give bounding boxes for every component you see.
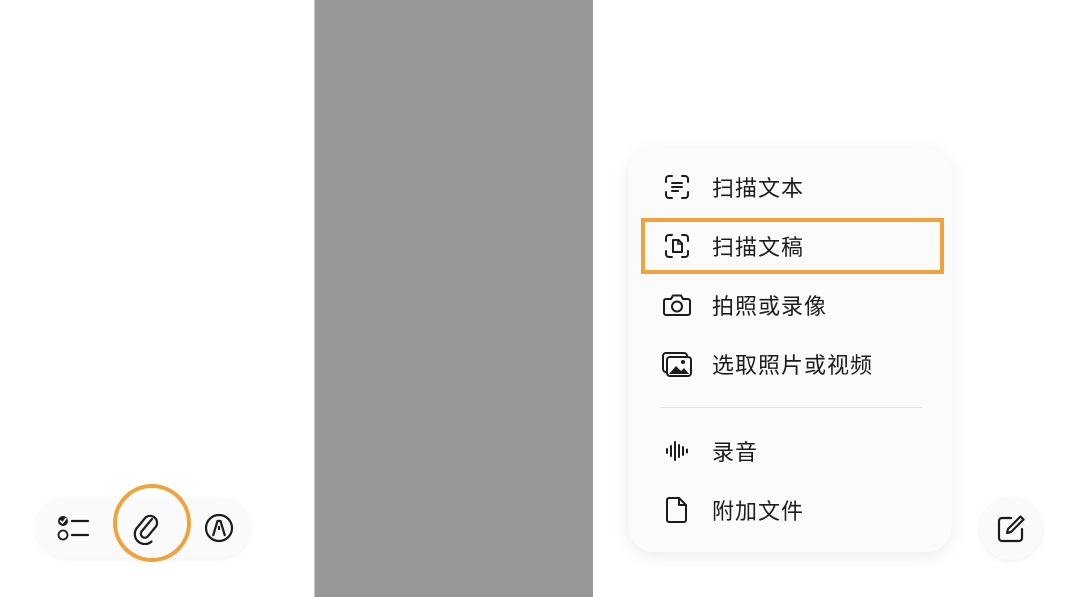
checklist-icon bbox=[56, 513, 90, 543]
scan-text-icon bbox=[660, 170, 694, 204]
menu-item-label: 拍照或录像 bbox=[712, 295, 828, 320]
menu-item-record-audio[interactable]: 录音 bbox=[628, 426, 952, 476]
menu-item-photo-library[interactable]: 选取照片或视频 bbox=[628, 339, 952, 389]
pen-markup-icon bbox=[203, 512, 235, 544]
attach-menu: 扫描文本 扫描文稿 拍照或录像 选取照片或视频 录音 附加文件 bbox=[628, 148, 952, 552]
menu-item-label: 附加文件 bbox=[712, 500, 805, 525]
menu-item-attach-file[interactable]: 附加文件 bbox=[628, 485, 952, 535]
waveform-icon bbox=[660, 434, 694, 468]
document-icon bbox=[660, 493, 694, 527]
menu-separator bbox=[660, 407, 922, 408]
background-panel bbox=[314, 0, 594, 597]
checklist-button[interactable] bbox=[48, 503, 98, 553]
menu-item-scan-text[interactable]: 扫描文本 bbox=[628, 162, 952, 212]
menu-item-label: 扫描文本 bbox=[712, 177, 805, 202]
photo-library-icon bbox=[660, 347, 694, 381]
compose-icon bbox=[995, 513, 1027, 545]
compose-button[interactable] bbox=[980, 498, 1042, 560]
menu-item-label: 录音 bbox=[712, 441, 759, 466]
menu-item-camera[interactable]: 拍照或录像 bbox=[628, 280, 952, 330]
scan-document-highlight-box bbox=[641, 218, 944, 274]
markup-button[interactable] bbox=[194, 503, 244, 553]
camera-icon bbox=[660, 288, 694, 322]
menu-item-label: 选取照片或视频 bbox=[712, 354, 874, 379]
attach-highlight-ring bbox=[113, 484, 191, 562]
